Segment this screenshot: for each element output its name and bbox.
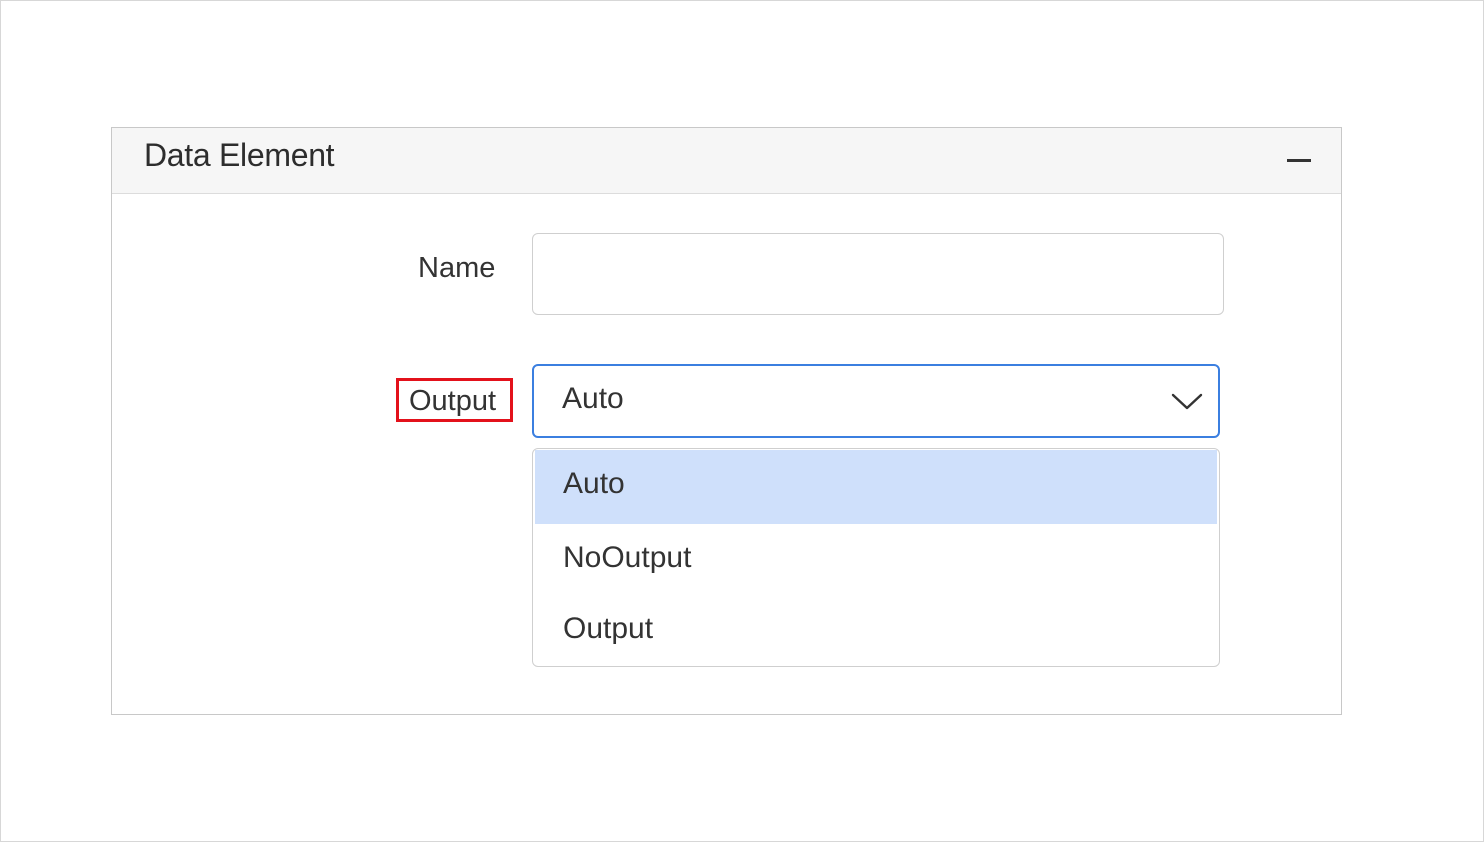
name-label: Name [418, 252, 496, 284]
option-label: Auto [563, 467, 625, 500]
output-dropdown-list: Auto NoOutput Output [532, 448, 1220, 667]
chevron-down-icon [1171, 393, 1203, 410]
dropdown-option-output[interactable]: Output [535, 595, 1217, 666]
dropdown-option-auto[interactable]: Auto [535, 450, 1217, 524]
data-element-panel: Data Element Name Output Auto Auto NoOut… [111, 127, 1342, 715]
output-label: Output [409, 385, 497, 417]
panel-title: Data Element [144, 137, 335, 173]
name-input[interactable] [532, 233, 1224, 315]
option-label: Output [563, 612, 654, 645]
minus-icon [1287, 159, 1311, 162]
screenshot-frame: Data Element Name Output Auto Auto NoOut… [0, 0, 1484, 842]
panel-header: Data Element [112, 128, 1341, 194]
collapse-button[interactable] [1283, 144, 1317, 178]
output-label-highlight: Output [396, 378, 513, 422]
output-select-value: Auto [562, 382, 624, 415]
dropdown-option-nooutput[interactable]: NoOutput [535, 524, 1217, 598]
option-label: NoOutput [563, 541, 692, 574]
output-select[interactable]: Auto [532, 364, 1220, 438]
